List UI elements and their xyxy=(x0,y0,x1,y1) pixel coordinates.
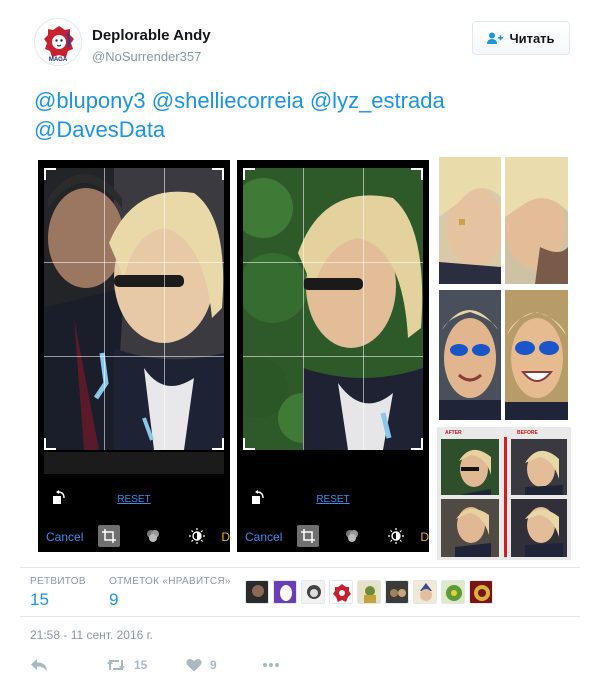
liker-avatar[interactable] xyxy=(469,580,493,604)
cropped-photo xyxy=(44,168,224,450)
cancel-button[interactable]: Cancel xyxy=(245,530,282,544)
reply-icon xyxy=(31,659,47,671)
truncated-label: D xyxy=(420,530,429,544)
reset-button[interactable]: RESET xyxy=(237,494,429,505)
crop-icon[interactable] xyxy=(98,525,120,547)
more-button[interactable] xyxy=(262,662,280,668)
photo-thumbnail[interactable] xyxy=(439,157,501,284)
photo-thumbnail[interactable] xyxy=(439,290,501,420)
like-button[interactable]: 9 xyxy=(186,658,262,672)
display-name[interactable]: Deplorable Andy xyxy=(92,27,211,44)
liker-avatar[interactable] xyxy=(385,580,409,604)
tweet-actions: 15 9 xyxy=(30,658,280,672)
photo-thumbnail[interactable] xyxy=(505,290,568,420)
retweets-label: РЕТВИТОВ xyxy=(30,576,86,587)
retweet-icon xyxy=(107,660,125,670)
photo-editor-panel[interactable]: RESET Cancel D xyxy=(237,160,429,552)
mention-link[interactable]: @blupony3 xyxy=(34,88,146,113)
mention-link[interactable]: @shelliecorreia xyxy=(152,88,304,113)
after-label: AFTER xyxy=(445,430,462,436)
user-handle[interactable]: @NoSurrender357 xyxy=(92,49,201,64)
liker-avatar[interactable] xyxy=(441,580,465,604)
likes-label: ОТМЕТОК «НРАВИТСЯ» xyxy=(109,576,231,587)
retweet-count: 15 xyxy=(134,658,148,672)
retweet-button[interactable]: 15 xyxy=(106,658,186,672)
crop-icon[interactable] xyxy=(297,525,319,547)
likes-count[interactable]: 9 xyxy=(109,590,118,610)
filters-icon[interactable] xyxy=(142,525,164,547)
avatar[interactable]: MAGA xyxy=(34,18,82,66)
photo-editor-panel[interactable]: RESET Cancel D xyxy=(38,160,230,552)
liker-avatar[interactable] xyxy=(301,580,325,604)
heart-icon xyxy=(186,659,202,672)
reply-button[interactable] xyxy=(30,658,106,672)
truncated-label: D xyxy=(221,530,230,544)
liker-avatar[interactable] xyxy=(413,580,437,604)
cropped-photo xyxy=(243,168,423,450)
retweets-count[interactable]: 15 xyxy=(30,590,49,610)
adjust-light-icon[interactable] xyxy=(186,525,208,547)
like-count: 9 xyxy=(210,658,217,672)
avatar-badge: MAGA xyxy=(48,57,68,63)
liker-avatar[interactable] xyxy=(245,580,269,604)
more-icon xyxy=(263,663,279,667)
reset-button[interactable]: RESET xyxy=(38,494,230,505)
mention-link[interactable]: @DavesData xyxy=(34,117,165,142)
follow-button[interactable]: Читать xyxy=(472,21,570,55)
tweet-text: @blupony3 @shelliecorreia @lyz_estrada @… xyxy=(34,86,574,144)
mention-link[interactable]: @lyz_estrada xyxy=(310,88,445,113)
photo-thumbnail[interactable] xyxy=(505,157,568,284)
liker-avatar[interactable] xyxy=(273,580,297,604)
divider xyxy=(20,567,580,568)
after-before-comparison[interactable]: AFTER BEFORE xyxy=(437,427,571,560)
filters-icon[interactable] xyxy=(341,525,363,547)
cancel-button[interactable]: Cancel xyxy=(46,530,83,544)
add-user-icon xyxy=(487,32,504,44)
follow-button-label: Читать xyxy=(509,30,555,46)
liker-avatar[interactable] xyxy=(329,580,353,604)
divider xyxy=(20,616,580,617)
liker-avatar[interactable] xyxy=(357,580,381,604)
tweet-timestamp[interactable]: 21:58 - 11 сент. 2016 г. xyxy=(30,628,153,642)
before-label: BEFORE xyxy=(517,430,538,436)
adjust-light-icon[interactable] xyxy=(385,525,407,547)
likers-list xyxy=(245,580,493,604)
